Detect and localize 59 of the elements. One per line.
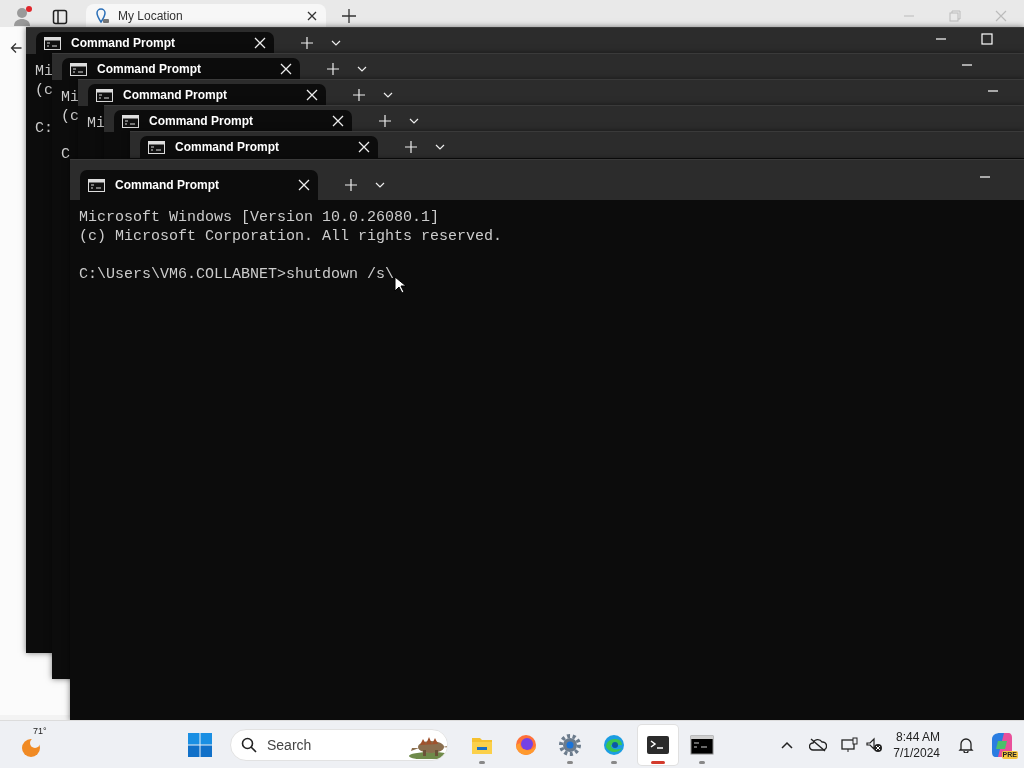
chevron-down-icon xyxy=(356,66,367,72)
terminal-tab[interactable]: Command Prompt xyxy=(140,136,378,158)
clock-date: 7/1/2024 xyxy=(893,744,940,761)
plus-icon xyxy=(352,89,365,101)
mouse-pointer-icon xyxy=(394,276,406,294)
console-line: C: xyxy=(35,119,53,138)
clock[interactable]: 8:44 AM 7/1/2024 xyxy=(893,728,940,761)
plus-icon xyxy=(326,63,339,75)
terminal-tab[interactable]: Command Prompt xyxy=(36,32,274,54)
console-window-icon xyxy=(690,732,714,757)
bell-icon[interactable] xyxy=(958,736,974,753)
terminal-window-icon xyxy=(70,62,87,76)
terminal-window-icon xyxy=(44,36,61,50)
plus-icon xyxy=(378,115,391,127)
chevron-down-icon xyxy=(330,40,341,46)
sidebar-icon[interactable] xyxy=(52,9,68,25)
back-arrow-icon[interactable] xyxy=(10,42,22,54)
chevron-down-icon xyxy=(382,92,393,98)
terminal-tab[interactable]: Command Prompt xyxy=(114,110,352,132)
location-pin-icon xyxy=(94,7,110,24)
windows-logo-icon xyxy=(188,732,212,757)
search-icon xyxy=(241,736,257,753)
terminal-window-icon xyxy=(122,114,139,128)
chevron-down-icon xyxy=(408,118,419,124)
console-line: C xyxy=(61,145,70,164)
close-icon[interactable] xyxy=(306,9,318,22)
terminal-tab[interactable]: Command Prompt xyxy=(88,84,326,106)
chevron-down-icon xyxy=(434,144,445,150)
temperature-label: 71° xyxy=(33,725,47,736)
search-bar[interactable]: Search xyxy=(230,728,448,761)
taskbar-app-button[interactable] xyxy=(638,724,678,765)
clock-time: 8:44 AM xyxy=(895,728,940,745)
terminal-window-icon xyxy=(148,140,165,154)
gear-icon xyxy=(558,732,582,757)
browser-tab[interactable]: My Location xyxy=(86,4,326,27)
console-line: (c xyxy=(61,107,79,126)
console-line: Mi xyxy=(61,88,79,107)
profile-icon[interactable] xyxy=(12,5,34,27)
console-line: Mi xyxy=(35,62,53,81)
maximize-icon[interactable] xyxy=(978,32,996,46)
console-line: Microsoft Windows [Version 10.0.26080.1] xyxy=(79,208,440,227)
search-input[interactable]: Search xyxy=(265,735,399,754)
volume-off-icon[interactable] xyxy=(865,736,884,753)
network-icon[interactable] xyxy=(841,736,860,753)
plus-icon xyxy=(404,141,417,153)
terminal-tab[interactable]: Command Prompt xyxy=(80,170,318,200)
terminal-tab[interactable]: Command Prompt xyxy=(62,58,300,80)
plus-icon xyxy=(300,37,313,49)
console-line: Mi xyxy=(87,114,105,133)
new-tab-icon[interactable] xyxy=(341,8,357,24)
terminal-window-icon xyxy=(88,178,105,192)
cloud-off-icon[interactable] xyxy=(809,737,828,752)
terminal-window-icon xyxy=(96,88,113,102)
plus-icon xyxy=(344,179,357,191)
chevron-down-icon xyxy=(374,182,385,188)
chevron-up-icon[interactable] xyxy=(781,740,794,749)
console-line: (c) Microsoft Corporation. All rights reserved. xyxy=(79,227,503,246)
console-line: C:\Users\VM6.COLLABNET>shutdown /s\ xyxy=(79,265,395,284)
console-line: (c xyxy=(35,81,53,100)
